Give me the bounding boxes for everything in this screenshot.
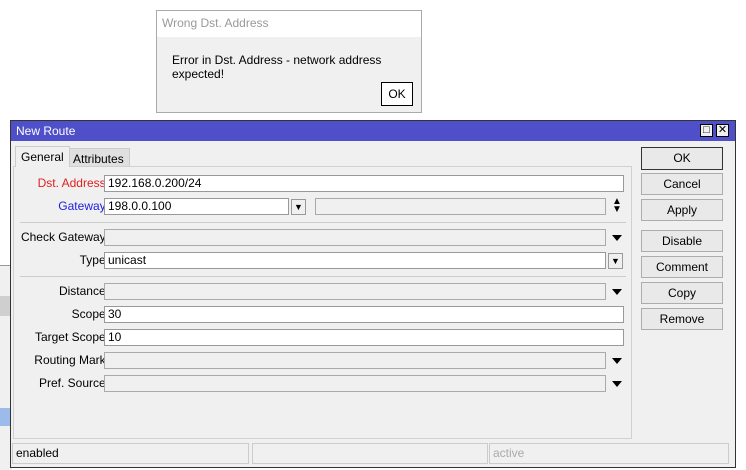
- check-gateway-input[interactable]: [104, 229, 606, 246]
- cancel-button[interactable]: Cancel: [641, 173, 723, 195]
- chevron-down-icon[interactable]: [612, 381, 622, 387]
- copy-button[interactable]: Copy: [641, 282, 723, 304]
- apply-button[interactable]: Apply: [641, 199, 723, 221]
- target-scope-input[interactable]: 10: [104, 329, 624, 346]
- general-panel: Dst. Address: 192.168.0.200/24 Gateway: …: [13, 166, 632, 439]
- error-message: Error in Dst. Address - network address …: [172, 53, 382, 81]
- scope-input[interactable]: 30: [104, 306, 624, 323]
- separator: [20, 276, 626, 277]
- target-scope-label: Target Scope:: [34, 330, 109, 344]
- gateway-label: Gateway:: [58, 199, 109, 213]
- pref-source-label: Pref. Source:: [38, 376, 109, 390]
- dst-address-label: Dst. Address:: [37, 176, 109, 190]
- updown-icon[interactable]: ▲ ▼: [612, 197, 622, 215]
- separator: [20, 222, 626, 223]
- comment-button[interactable]: Comment: [641, 256, 723, 278]
- new-route-window: New Route □ ✕ General Attributes Dst. Ad…: [10, 120, 736, 468]
- type-dropdown-icon[interactable]: ▼: [608, 253, 623, 269]
- tab-general[interactable]: General: [15, 146, 70, 167]
- type-label: Type:: [79, 253, 109, 267]
- ok-button[interactable]: OK: [641, 147, 723, 170]
- close-icon[interactable]: ✕: [716, 124, 729, 137]
- distance-label: Distance:: [58, 284, 109, 298]
- error-dialog-title: Wrong Dst. Address: [157, 11, 421, 37]
- routing-mark-label: Routing Mark:: [34, 353, 109, 367]
- gateway-dropdown-icon[interactable]: ▼: [291, 199, 306, 215]
- window-title: New Route □ ✕: [11, 121, 735, 141]
- disable-button[interactable]: Disable: [641, 230, 723, 252]
- routing-mark-input[interactable]: [104, 352, 606, 369]
- scope-label: Scope:: [71, 307, 109, 321]
- status-active: active: [489, 443, 729, 464]
- window-title-text: New Route: [16, 124, 76, 138]
- gateway-extra-input[interactable]: [315, 198, 606, 215]
- error-ok-button[interactable]: OK: [381, 82, 413, 106]
- gateway-input[interactable]: 198.0.0.100: [104, 198, 289, 215]
- status-middle: [252, 443, 488, 464]
- pref-source-input[interactable]: [104, 375, 606, 392]
- dst-address-input[interactable]: 192.168.0.200/24: [104, 175, 624, 192]
- distance-input[interactable]: [104, 283, 606, 300]
- chevron-down-icon[interactable]: [612, 289, 622, 295]
- chevron-down-icon[interactable]: [612, 235, 622, 241]
- chevron-down-icon[interactable]: [612, 358, 622, 364]
- remove-button[interactable]: Remove: [641, 308, 723, 330]
- error-dialog: Wrong Dst. Address Error in Dst. Address…: [156, 10, 422, 113]
- check-gateway-label: Check Gateway:: [20, 230, 109, 244]
- tab-attributes[interactable]: Attributes: [67, 148, 130, 167]
- type-input[interactable]: unicast: [104, 252, 606, 269]
- status-enabled: enabled: [12, 443, 249, 464]
- maximize-icon[interactable]: □: [700, 124, 713, 137]
